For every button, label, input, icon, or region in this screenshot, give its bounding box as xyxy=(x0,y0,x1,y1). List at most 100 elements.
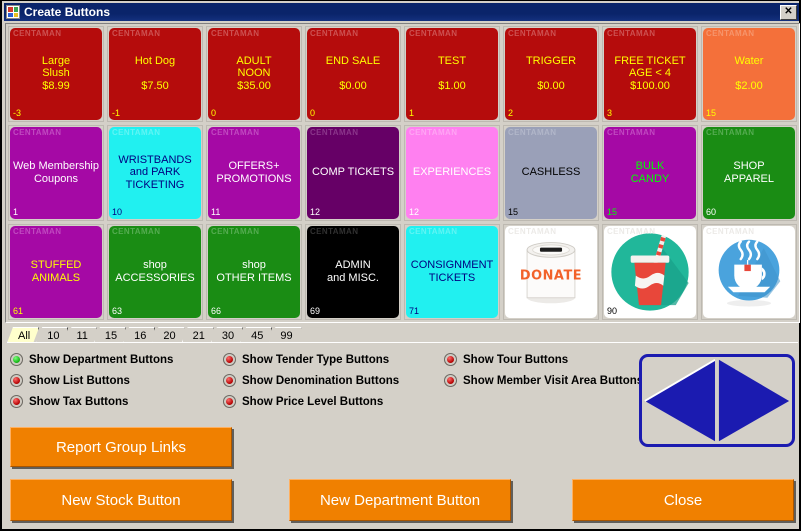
pos-button[interactable]: CENTAMAN COMP TICKETS 12 xyxy=(307,127,399,219)
close-icon[interactable]: ✕ xyxy=(780,4,797,20)
option-show-department-buttons[interactable]: Show Department Buttons xyxy=(10,353,173,366)
button-code: 10 xyxy=(112,207,123,217)
pos-button[interactable]: CENTAMAN STUFFED ANIMALS 61 xyxy=(10,226,102,318)
button-label: WRISTBANDS and PARK TICKETING xyxy=(118,153,192,191)
button-label: EXPERIENCES xyxy=(412,166,492,179)
led-indicator-icon xyxy=(10,353,23,366)
led-indicator-icon xyxy=(223,395,236,408)
tab-21[interactable]: 21 xyxy=(182,327,214,343)
close-button[interactable]: Close xyxy=(572,479,794,521)
led-indicator-icon xyxy=(444,374,457,387)
tab-all[interactable]: All xyxy=(7,327,39,343)
option-show-tour-buttons[interactable]: Show Tour Buttons xyxy=(444,353,568,366)
pos-button[interactable]: CENTAMAN BULK CANDY 15 xyxy=(604,127,696,219)
button-label: shop OTHER ITEMS xyxy=(216,258,292,284)
pos-button[interactable]: CENTAMAN shop ACCESSORIES 63 xyxy=(109,226,201,318)
department-tab-strip[interactable]: All 10 11 15 16 20 21 30 45 99 xyxy=(7,326,347,343)
pos-button[interactable]: CENTAMAN Web Membership Coupons 1 xyxy=(10,127,102,219)
button-brand-header: CENTAMAN xyxy=(607,227,656,236)
button-cell: CENTAMAN STUFFED ANIMALS 61 xyxy=(8,224,104,320)
donate-can-icon: DONATE xyxy=(520,242,582,304)
button-brand-header: CENTAMAN xyxy=(13,29,62,38)
option-show-price-level-buttons[interactable]: Show Price Level Buttons xyxy=(223,395,383,408)
pos-button[interactable]: CENTAMAN WRISTBANDS and PARK TICKETING 10 xyxy=(109,127,201,219)
button-label: TRIGGER $0.00 xyxy=(525,54,577,92)
button-code: 61 xyxy=(13,306,24,316)
diamond-arrows-icon xyxy=(644,359,790,442)
pos-button[interactable]: CENTAMAN FREE TICKET AGE < 4 $100.00 3 xyxy=(604,28,696,120)
button-code: 15 xyxy=(508,207,519,217)
button-label: ADULT NOON $35.00 xyxy=(236,54,272,92)
pos-button[interactable]: CENTAMAN END SALE $0.00 0 xyxy=(307,28,399,120)
option-show-member-visit-area-buttons[interactable]: Show Member Visit Area Buttons xyxy=(444,374,643,387)
button-code: 69 xyxy=(310,306,321,316)
button-brand-header: CENTAMAN xyxy=(706,29,755,38)
new-department-button[interactable]: New Department Button xyxy=(289,479,511,521)
new-stock-button[interactable]: New Stock Button xyxy=(10,479,232,521)
pos-button[interactable]: CENTAMAN Large Slush $8.99 -3 xyxy=(10,28,102,120)
pos-button[interactable]: CENTAMAN CONSIGNMENT TICKETS 71 xyxy=(406,226,498,318)
button-code: 11 xyxy=(211,207,221,217)
led-indicator-icon xyxy=(223,353,236,366)
button-cell: CENTAMAN FREE TICKET AGE < 4 $100.00 3 xyxy=(602,26,698,122)
report-group-links-button[interactable]: Report Group Links xyxy=(10,427,232,467)
pos-button[interactable]: CENTAMAN EXPERIENCES 12 xyxy=(406,127,498,219)
app-squares-icon xyxy=(6,5,20,19)
option-label: Show Member Visit Area Buttons xyxy=(463,374,644,387)
led-indicator-icon xyxy=(10,374,23,387)
window-title: Create Buttons xyxy=(24,5,111,19)
pos-button[interactable]: DONATE CENTAMAN xyxy=(505,226,597,318)
button-brand-header: CENTAMAN xyxy=(112,128,161,137)
tab-99[interactable]: 99 xyxy=(269,327,301,343)
option-show-tax-buttons[interactable]: Show Tax Buttons xyxy=(10,395,128,408)
button-cell: CENTAMAN COMP TICKETS 12 xyxy=(305,125,401,221)
tab-20[interactable]: 20 xyxy=(152,327,184,343)
button-cell: CENTAMAN ADULT NOON $35.00 0 xyxy=(206,26,302,122)
pos-button[interactable]: CENTAMAN OFFERS+ PROMOTIONS 11 xyxy=(208,127,300,219)
button-brand-header: CENTAMAN xyxy=(409,227,458,236)
button-brand-header: CENTAMAN xyxy=(310,227,359,236)
led-indicator-icon xyxy=(223,374,236,387)
button-code: 71 xyxy=(409,306,420,316)
pos-button[interactable]: CENTAMAN TRIGGER $0.00 2 xyxy=(505,28,597,120)
pos-button[interactable]: CENTAMAN SHOP APPAREL 60 xyxy=(703,127,795,219)
button-cell: CENTAMAN shop OTHER ITEMS 66 xyxy=(206,224,302,320)
button-cell: CENTAMAN Large Slush $8.99 -3 xyxy=(8,26,104,122)
button-code: 2 xyxy=(508,108,514,118)
svg-text:DONATE: DONATE xyxy=(520,268,582,283)
prev-next-diamond[interactable] xyxy=(639,354,795,447)
button-code: 90 xyxy=(607,306,618,316)
pos-button[interactable]: CENTAMAN ADULT NOON $35.00 0 xyxy=(208,28,300,120)
tab-45[interactable]: 45 xyxy=(240,327,272,343)
button-code: 1 xyxy=(409,108,415,118)
button-brand-header: CENTAMAN xyxy=(607,128,656,137)
pos-button[interactable]: CENTAMAN Water $2.00 15 xyxy=(703,28,795,120)
button-code: -1 xyxy=(112,108,121,118)
button-label: END SALE $0.00 xyxy=(325,54,381,92)
tab-11[interactable]: 11 xyxy=(65,327,96,343)
button-code: 63 xyxy=(112,306,123,316)
pos-button[interactable]: CENTAMAN TEST $1.00 1 xyxy=(406,28,498,120)
pos-button[interactable]: CENTAMAN xyxy=(703,226,795,318)
button-brand-header: CENTAMAN xyxy=(211,128,260,137)
button-cell: DONATE CENTAMAN xyxy=(503,224,599,320)
button-cell: CENTAMAN xyxy=(701,224,797,320)
option-show-denomination-buttons[interactable]: Show Denomination Buttons xyxy=(223,374,399,387)
pos-button[interactable]: CENTAMAN shop OTHER ITEMS 66 xyxy=(208,226,300,318)
option-label: Show Department Buttons xyxy=(29,353,174,366)
button-code: -3 xyxy=(13,108,22,118)
tab-16[interactable]: 16 xyxy=(123,327,155,343)
tab-15[interactable]: 15 xyxy=(94,327,126,343)
pos-button[interactable]: CENTAMAN ADMIN and MISC. 69 xyxy=(307,226,399,318)
button-label: Web Membership Coupons xyxy=(13,159,99,185)
option-show-list-buttons[interactable]: Show List Buttons xyxy=(10,374,130,387)
option-show-tender-type-buttons[interactable]: Show Tender Type Buttons xyxy=(223,353,389,366)
pos-button[interactable]: CENTAMAN CASHLESS 15 xyxy=(505,127,597,219)
button-cell: CENTAMAN TRIGGER $0.00 2 xyxy=(503,26,599,122)
button-code: 12 xyxy=(310,207,321,217)
tab-30[interactable]: 30 xyxy=(211,327,243,343)
pos-button[interactable]: CENTAMAN Hot Dog $7.50 -1 xyxy=(109,28,201,120)
option-label: Show List Buttons xyxy=(29,374,130,387)
pos-button[interactable]: CENTAMAN 90 xyxy=(604,226,696,318)
tab-10[interactable]: 10 xyxy=(36,327,68,343)
